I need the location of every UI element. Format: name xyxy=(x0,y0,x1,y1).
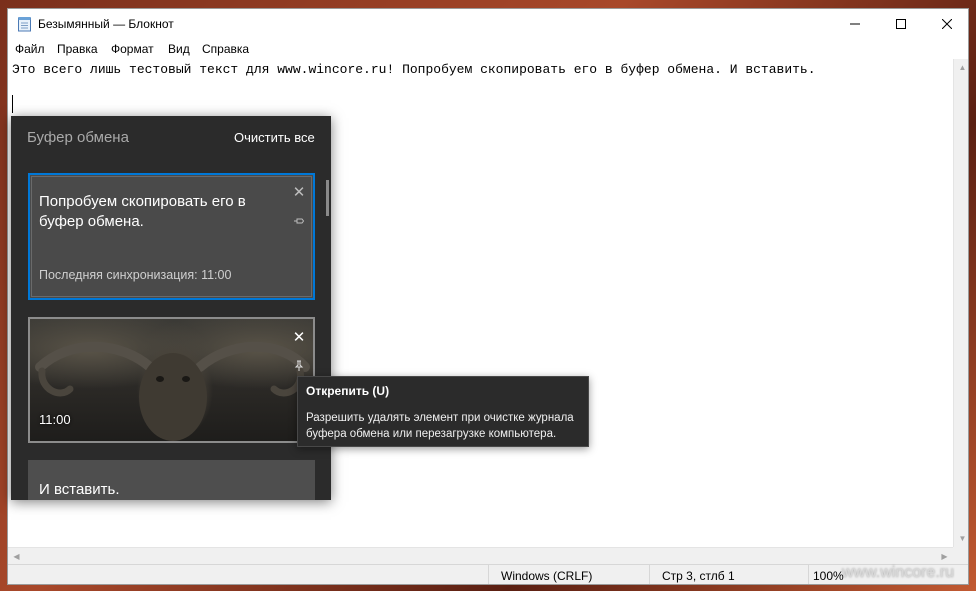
text-caret xyxy=(12,95,13,113)
unpin-tooltip: Открепить (U) Разрешить удалять элемент … xyxy=(297,376,589,447)
clipboard-item-time: 11:00 xyxy=(39,412,71,427)
title-bar: Безымянный — Блокнот xyxy=(8,9,968,39)
pin-icon[interactable] xyxy=(292,359,306,373)
clipboard-item-text-content: Попробуем скопировать его в буфер обмена… xyxy=(39,193,246,230)
clipboard-item-text-2[interactable]: И вставить. xyxy=(28,460,315,500)
maximize-icon xyxy=(896,18,906,29)
close-icon xyxy=(942,18,952,29)
scroll-left-icon[interactable]: ◀ xyxy=(8,548,25,565)
minimize-icon xyxy=(850,23,860,24)
tooltip-body: Разрешить удалять элемент при очистке жу… xyxy=(306,412,574,440)
scroll-down-icon[interactable]: ▼ xyxy=(954,530,968,547)
maximize-button[interactable] xyxy=(878,9,924,38)
tooltip-title: Открепить (U) xyxy=(306,384,390,398)
window-title: Безымянный — Блокнот xyxy=(38,17,174,31)
menu-edit[interactable]: Правка xyxy=(57,42,98,56)
close-button[interactable] xyxy=(924,9,968,38)
watermark: www.wincore.ru xyxy=(842,564,955,581)
menu-help[interactable]: Справка xyxy=(202,42,249,56)
clipboard-item-text-2-content: И вставить. xyxy=(39,481,120,498)
clear-all-button[interactable]: Очистить все xyxy=(234,130,315,145)
clipboard-item-text[interactable]: Попробуем скопировать его в буфер обмена… xyxy=(28,173,315,300)
panel-scrollbar-thumb[interactable] xyxy=(326,180,329,216)
clipboard-item-image[interactable]: 11:00 ✕ xyxy=(28,317,315,443)
menu-file[interactable]: Файл xyxy=(15,42,45,56)
close-icon[interactable]: ✕ xyxy=(292,185,306,200)
vertical-scrollbar[interactable]: ▲ ▼ xyxy=(953,59,968,547)
scrollbar-corner xyxy=(953,547,968,564)
editor-line-1: Это всего лишь тестовый текст для www.wi… xyxy=(12,62,816,77)
status-bar: Windows (CRLF) Стр 3, стлб 1 100% xyxy=(8,564,968,584)
clipboard-header: Буфер обмена xyxy=(27,129,129,146)
status-position: Стр 3, стлб 1 xyxy=(649,565,803,584)
minimize-button[interactable] xyxy=(832,9,878,38)
close-icon[interactable]: ✕ xyxy=(292,330,306,345)
clipboard-history-panel: Буфер обмена Очистить все Попробуем скоп… xyxy=(11,116,331,500)
clipboard-item-sync: Последняя синхронизация: 11:00 xyxy=(39,268,232,282)
scroll-right-icon[interactable]: ▶ xyxy=(936,548,953,565)
menu-view[interactable]: Вид xyxy=(168,42,190,56)
menu-format[interactable]: Формат xyxy=(111,42,154,56)
horizontal-scrollbar[interactable]: ◀ ▶ xyxy=(8,547,953,564)
scroll-up-icon[interactable]: ▲ xyxy=(954,59,968,76)
buffalo-image xyxy=(35,341,310,441)
status-encoding: Windows (CRLF) xyxy=(488,565,643,584)
menu-bar: Файл Правка Формат Вид Справка xyxy=(8,39,968,59)
pin-icon[interactable] xyxy=(292,214,306,228)
notepad-icon xyxy=(17,16,32,32)
